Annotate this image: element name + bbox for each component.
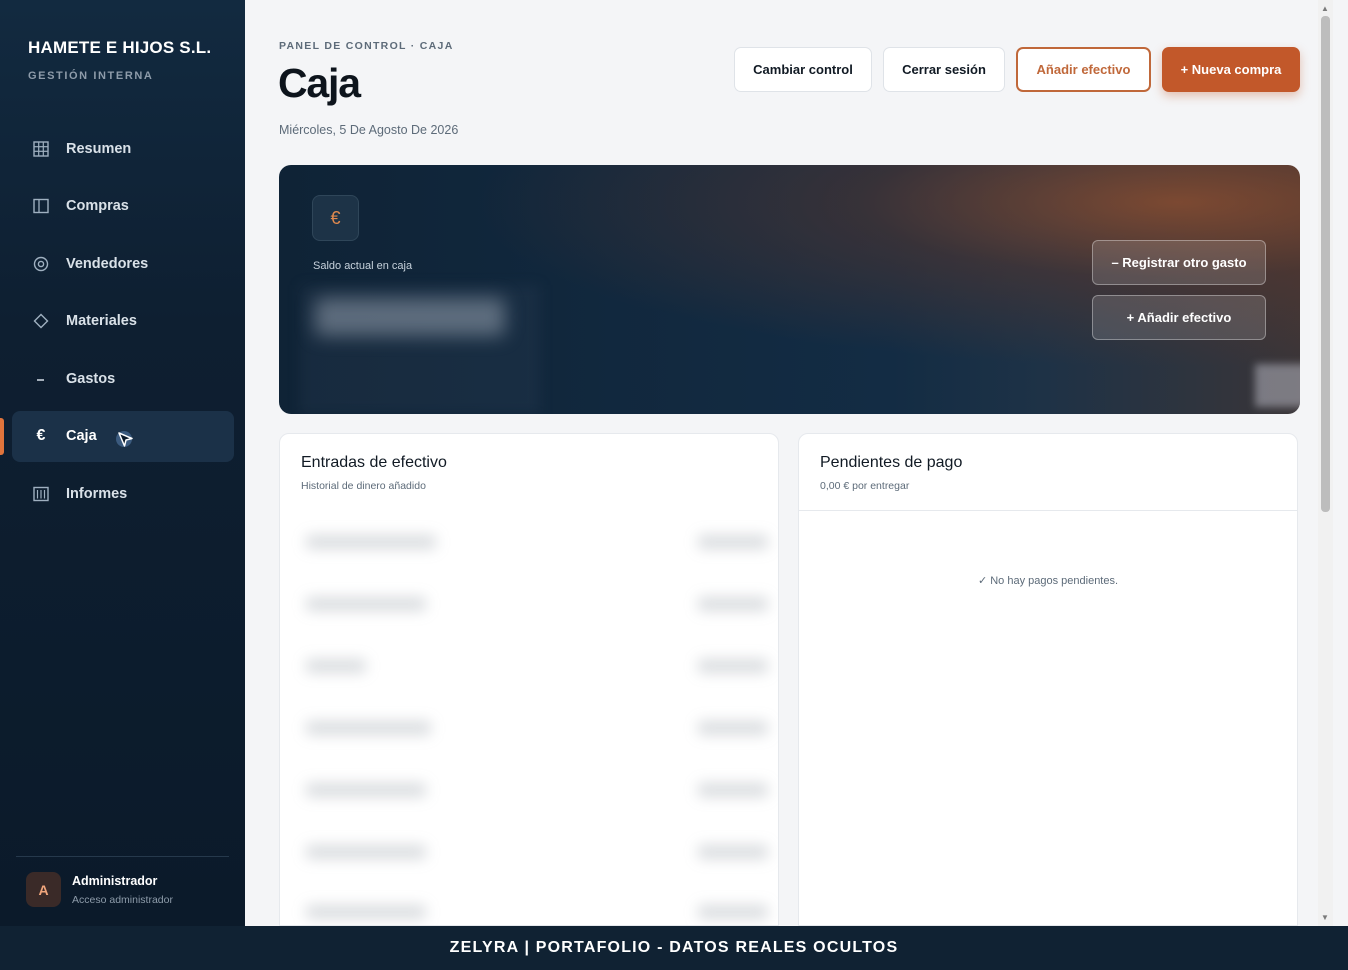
logout-button[interactable]: Cerrar sesión <box>883 47 1005 92</box>
hidden-row <box>306 905 426 919</box>
hidden-row-amount <box>698 721 768 735</box>
hidden-entries-list <box>280 507 778 925</box>
sidebar-item-label: Resumen <box>66 140 132 157</box>
sidebar-nav: Resumen Compras Vendedores Materiales Ga… <box>0 123 234 526</box>
user-name: Administrador <box>72 873 158 888</box>
book-icon <box>32 197 50 215</box>
sidebar-item-informes[interactable]: Informes <box>12 468 234 519</box>
user-role: Acceso administrador <box>72 893 173 906</box>
minus-icon <box>32 370 50 388</box>
hidden-row-amount <box>698 535 768 549</box>
diamond-icon <box>32 312 50 330</box>
hidden-row <box>306 659 366 673</box>
sidebar: HAMETE E HIJOS S.L. GESTIÓN INTERNA Resu… <box>0 0 245 926</box>
add-cash-card-button[interactable]: + Añadir efectivo <box>1092 295 1266 340</box>
hidden-row-amount <box>698 783 768 797</box>
brand: HAMETE E HIJOS S.L. GESTIÓN INTERNA <box>28 38 211 82</box>
scrollbar[interactable]: ▲ ▼ <box>1318 0 1333 926</box>
main-content: PANEL DE CONTROL · CAJA Caja Miércoles, … <box>245 0 1333 926</box>
hidden-balance-amount <box>315 298 505 336</box>
report-icon <box>32 485 50 503</box>
sidebar-item-gastos[interactable]: Gastos <box>12 353 234 404</box>
euro-icon: € <box>36 427 46 444</box>
sidebar-item-resumen[interactable]: Resumen <box>12 123 234 174</box>
avatar: A <box>26 872 61 907</box>
breadcrumb: PANEL DE CONTROL · CAJA <box>279 40 454 52</box>
scroll-up-arrow-icon[interactable]: ▲ <box>1321 4 1329 13</box>
panel-divider <box>799 510 1297 511</box>
cash-entries-panel: Entradas de efectivo Historial de dinero… <box>279 433 779 926</box>
grid-icon <box>32 140 50 158</box>
sidebar-item-label: Caja <box>66 428 97 444</box>
euro-icon: € <box>312 195 359 241</box>
pending-amount-suffix: por entregar <box>852 480 910 492</box>
active-indicator <box>0 417 4 455</box>
page-date: Miércoles, 5 De Agosto De 2026 <box>279 123 459 137</box>
empty-state-message: ✓ No hay pagos pendientes. <box>977 575 1119 587</box>
hidden-row-amount <box>698 659 768 673</box>
hidden-row <box>306 721 431 735</box>
sidebar-divider <box>16 856 229 857</box>
hidden-row-amount <box>698 905 768 919</box>
balance-label: Saldo actual en caja <box>313 260 413 272</box>
sidebar-item-vendedores[interactable]: Vendedores <box>12 238 234 289</box>
hidden-corner-element <box>1255 364 1300 407</box>
hidden-row-amount <box>698 845 768 859</box>
sidebar-item-materiales[interactable]: Materiales <box>12 296 234 347</box>
panel-subtitle: Historial de dinero añadido <box>301 480 426 492</box>
sidebar-item-label: Vendedores <box>66 255 149 272</box>
brand-name: HAMETE E HIJOS S.L. <box>28 38 212 57</box>
target-icon <box>32 255 50 273</box>
pending-amount: 0,00 € <box>820 480 850 492</box>
page-title: Caja <box>278 60 361 106</box>
header-actions: Cambiar control Cerrar sesión Añadir efe… <box>734 47 1300 92</box>
sidebar-item-compras[interactable]: Compras <box>12 181 234 232</box>
register-expense-button[interactable]: – Registrar otro gasto <box>1092 240 1266 285</box>
hidden-row <box>306 597 426 611</box>
hidden-row-amount <box>698 597 768 611</box>
hidden-row <box>306 845 426 859</box>
hidden-row <box>306 535 436 549</box>
panel-title: Pendientes de pago <box>820 454 963 471</box>
mouse-cursor-icon <box>116 431 133 447</box>
user-profile[interactable]: A Administrador Acceso administrador <box>26 872 173 907</box>
brand-subtitle: GESTIÓN INTERNA <box>28 70 154 82</box>
add-cash-button[interactable]: Añadir efectivo <box>1016 47 1151 92</box>
sidebar-item-label: Informes <box>66 485 128 502</box>
scroll-thumb[interactable] <box>1321 16 1330 512</box>
hidden-row <box>306 783 426 797</box>
sidebar-item-label: Materiales <box>66 313 137 329</box>
panel-title: Entradas de efectivo <box>301 454 447 471</box>
panel-subtitle: 0,00 € por entregar <box>820 480 909 492</box>
sidebar-item-label: Gastos <box>66 370 116 387</box>
portfolio-banner: ZELYRA | PORTAFOLIO - DATOS REALES OCULT… <box>0 926 1348 970</box>
switch-control-button[interactable]: Cambiar control <box>734 47 872 92</box>
sidebar-item-label: Compras <box>66 198 129 214</box>
balance-card: € Saldo actual en caja – Registrar otro … <box>279 165 1300 414</box>
scroll-down-arrow-icon[interactable]: ▼ <box>1321 913 1329 922</box>
new-purchase-button[interactable]: + Nueva compra <box>1162 47 1300 92</box>
pending-payments-panel: Pendientes de pago 0,00 € por entregar ✓… <box>798 433 1298 926</box>
